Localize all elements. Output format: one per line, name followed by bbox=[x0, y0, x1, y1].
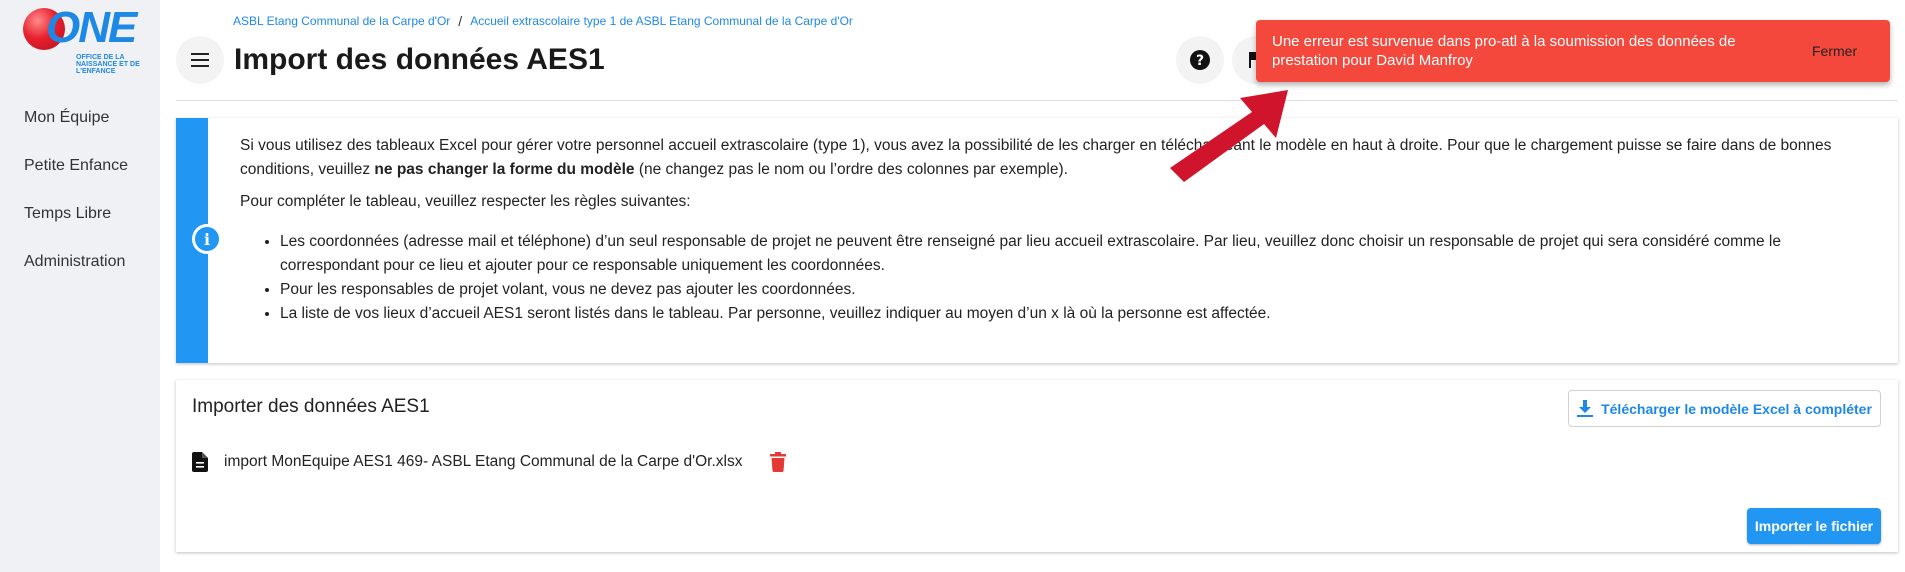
file-icon bbox=[192, 452, 208, 472]
one-logo[interactable]: ONE OFFICE DE LA NAISSANCE ET DE L'ENFAN… bbox=[20, 3, 140, 76]
svg-text:?: ? bbox=[1196, 53, 1204, 69]
import-file-button[interactable]: Importer le fichier bbox=[1747, 508, 1881, 544]
file-row: import MonEquipe AES1 469- ASBL Etang Co… bbox=[192, 448, 792, 476]
info-paragraph-2: Pour compléter le tableau, veuillez resp… bbox=[240, 193, 691, 210]
breadcrumb-item-asbl[interactable]: ASBL Etang Communal de la Carpe d'Or bbox=[233, 14, 450, 29]
info-p1-bold: ne pas changer la forme du modèle bbox=[374, 161, 635, 178]
list-item: La liste de vos lieux d’accueil AES1 ser… bbox=[280, 302, 1880, 326]
error-toast-message: Une erreur est survenue dans pro-atl à l… bbox=[1272, 33, 1736, 69]
menu-icon bbox=[191, 53, 209, 67]
logo-subtitle: OFFICE DE LA NAISSANCE ET DE L'ENFANCE bbox=[76, 54, 140, 75]
breadcrumb: ASBL Etang Communal de la Carpe d'Or / A… bbox=[233, 13, 853, 29]
info-icon: i bbox=[192, 224, 222, 254]
list-item: Pour les responsables de projet volant, … bbox=[280, 278, 1880, 302]
trash-icon bbox=[770, 452, 787, 472]
error-toast: Une erreur est survenue dans pro-atl à l… bbox=[1256, 20, 1890, 82]
header-divider bbox=[176, 100, 1898, 101]
breadcrumb-separator: / bbox=[458, 13, 463, 29]
menu-button[interactable] bbox=[176, 36, 224, 84]
info-text: Si vous utilisez des tableaux Excel pour… bbox=[240, 134, 1880, 326]
toast-close-button[interactable]: Fermer bbox=[1812, 43, 1857, 59]
help-icon: ? bbox=[1190, 50, 1210, 70]
list-item: Les coordonnées (adresse mail et télépho… bbox=[280, 230, 1880, 278]
download-template-button[interactable]: Télécharger le modèle Excel à compléter bbox=[1568, 390, 1881, 427]
sidebar-item-petite-enfance[interactable]: Petite Enfance bbox=[24, 156, 128, 204]
help-button[interactable]: ? bbox=[1176, 36, 1224, 84]
page-header: Import des données AES1 bbox=[176, 36, 605, 84]
sidebar: ONE OFFICE DE LA NAISSANCE ET DE L'ENFAN… bbox=[0, 0, 160, 572]
sidebar-item-temps-libre[interactable]: Temps Libre bbox=[24, 204, 128, 252]
info-panel: i Si vous utilisez des tableaux Excel po… bbox=[176, 118, 1898, 363]
info-p1-tail: (ne changez pas le nom ou l’ordre des co… bbox=[634, 161, 1068, 178]
sidebar-item-mon-equipe[interactable]: Mon Équipe bbox=[24, 108, 128, 156]
delete-file-button[interactable] bbox=[764, 448, 792, 476]
info-p1-start: Si vous utilisez des tableaux Excel pour… bbox=[240, 137, 1140, 154]
download-template-label: Télécharger le modèle Excel à compléter bbox=[1601, 400, 1872, 417]
page-title: Import des données AES1 bbox=[234, 43, 605, 76]
annotation-arrow-icon bbox=[1170, 90, 1288, 182]
import-title: Importer des données AES1 bbox=[192, 396, 430, 417]
import-panel: Importer des données AES1 Télécharger le… bbox=[176, 380, 1898, 552]
sidebar-item-administration[interactable]: Administration bbox=[24, 252, 128, 300]
download-icon bbox=[1577, 399, 1594, 417]
info-paragraph-1: Si vous utilisez des tableaux Excel pour… bbox=[240, 134, 1880, 182]
info-rules-list: Les coordonnées (adresse mail et télépho… bbox=[280, 230, 1880, 326]
sidebar-nav: Mon Équipe Petite Enfance Temps Libre Ad… bbox=[24, 108, 128, 300]
file-name: import MonEquipe AES1 469- ASBL Etang Co… bbox=[224, 453, 743, 470]
breadcrumb-item-accueil[interactable]: Accueil extrascolaire type 1 de ASBL Eta… bbox=[470, 14, 853, 29]
logo-text: ONE bbox=[46, 3, 137, 52]
